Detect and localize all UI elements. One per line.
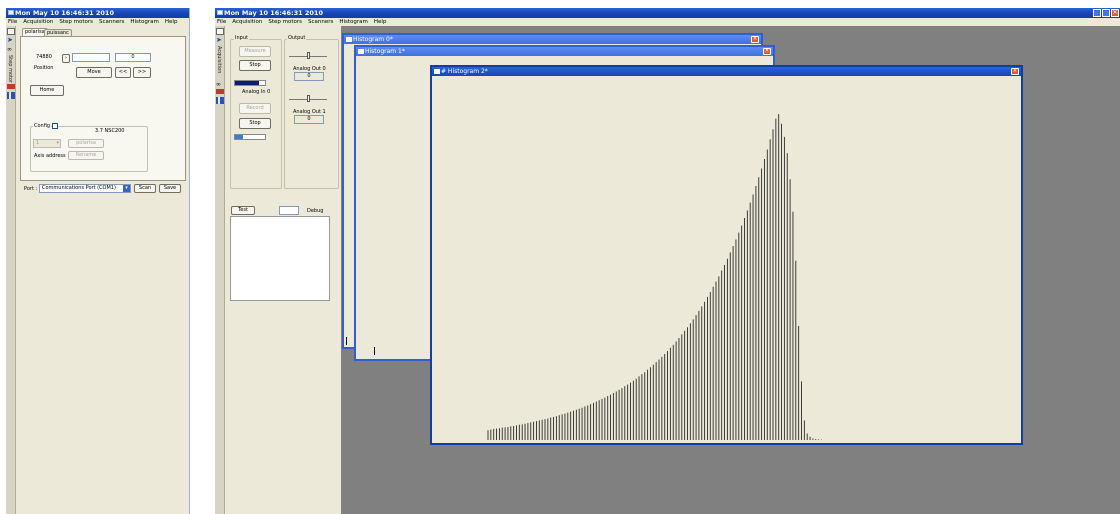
menu-scanners[interactable]: Scanners	[99, 18, 124, 26]
close-icon[interactable]: ✕	[1011, 68, 1019, 75]
close-icon[interactable]: ✕	[763, 48, 771, 55]
port-select[interactable]: Communications Port (COM1) ▾	[39, 184, 131, 193]
test-button[interactable]: Test	[231, 206, 255, 215]
histogram-0-mark	[346, 337, 347, 345]
menu-step-motors[interactable]: Step motors	[59, 18, 93, 26]
histogram-icon[interactable]	[216, 97, 224, 104]
step-motor-side-label: Step motor	[7, 55, 13, 83]
menu-scanners[interactable]: Scanners	[308, 18, 333, 26]
close-icon[interactable]: ✕	[751, 36, 759, 43]
window-icon	[346, 37, 352, 42]
window-icon	[358, 49, 364, 54]
config-label: Config	[33, 123, 52, 129]
menu-bar: File Acquisition Step motors Scanners Hi…	[215, 18, 1120, 26]
input-group-label: Input	[234, 35, 249, 41]
axis-name-button[interactable]: polarisa	[68, 139, 104, 148]
output-group-label: Output	[287, 35, 307, 41]
scanner-icon[interactable]	[7, 84, 15, 89]
histogram-2-plot	[487, 114, 822, 440]
position-label: Position	[34, 65, 54, 71]
menu-acquisition[interactable]: Acquisition	[232, 18, 262, 26]
position-value: 74880	[36, 54, 52, 60]
histogram-2-title-bar: # Histogram 2* ✕	[432, 67, 1021, 76]
chevron-down-icon: ▾	[123, 185, 130, 192]
histogram-1-title-bar: Histogram 1* ✕	[356, 47, 773, 56]
minimize-icon[interactable]	[1093, 9, 1101, 17]
arrow-icon[interactable]: ➤	[216, 37, 224, 44]
record-progress-fill	[235, 135, 243, 139]
move-input[interactable]	[72, 53, 110, 62]
menu-histogram[interactable]: Histogram	[130, 18, 159, 26]
debug-label: Debug	[307, 208, 324, 214]
debug-output[interactable]	[230, 216, 330, 301]
step-input[interactable]: 0	[115, 53, 151, 62]
arrow-icon[interactable]: ➤	[7, 37, 15, 44]
document-icon[interactable]	[7, 28, 15, 35]
tool-strip: ➤ Acquisition ∞	[215, 26, 225, 514]
record-progress	[234, 134, 266, 140]
port-select-value: Communications Port (COM1)	[42, 185, 116, 191]
config-checkbox[interactable]	[52, 123, 58, 129]
window-icon	[434, 69, 440, 74]
axis-select-value: 1	[36, 140, 40, 146]
step-motor-window: Mon May 10 16:46:31 2010 File Acquisitio…	[6, 8, 190, 514]
menu-histogram[interactable]: Histogram	[339, 18, 368, 26]
menu-help[interactable]: Help	[374, 18, 387, 26]
save-button[interactable]: Save	[159, 184, 181, 193]
next-button[interactable]: >>	[133, 67, 151, 78]
histogram-2-title: # Histogram 2*	[441, 68, 488, 75]
analog-out0-value[interactable]: 0	[294, 72, 324, 81]
menu-acquisition[interactable]: Acquisition	[23, 18, 53, 26]
title-bar: Mon May 10 16:46:31 2010	[6, 8, 189, 18]
close-icon[interactable]: ✕	[1111, 9, 1119, 17]
menu-help[interactable]: Help	[165, 18, 178, 26]
analog-out0-slider-thumb[interactable]	[307, 52, 310, 59]
histogram-window-2[interactable]: # Histogram 2* ✕	[430, 65, 1023, 445]
analog-out1-slider-thumb[interactable]	[307, 95, 310, 102]
analog-out1-value[interactable]: 0	[294, 115, 324, 124]
move-button[interactable]: Move	[76, 67, 112, 78]
menu-file[interactable]: File	[217, 18, 226, 26]
app-icon	[8, 10, 14, 15]
acquisition-side-label: Acquisition	[216, 46, 222, 74]
controller-label: 3.7 NSC200	[95, 128, 125, 134]
analog-in-meter-fill	[235, 81, 259, 85]
stop-record-button[interactable]: Stop	[239, 118, 271, 129]
histogram-0-title: Histogram 0*	[353, 36, 393, 43]
chevron-down-icon: ▾	[56, 140, 59, 146]
histogram-0-title-bar: Histogram 0* ✕	[344, 35, 761, 44]
app-icon	[217, 10, 223, 15]
test-input[interactable]	[279, 206, 299, 215]
menu-file[interactable]: File	[8, 18, 17, 26]
home-button[interactable]: Home	[30, 85, 64, 96]
acquisition-window: Mon May 10 16:46:31 2010 ✕ File Acquisit…	[215, 8, 1120, 514]
histogram-1-mark	[374, 347, 375, 355]
menu-bar: File Acquisition Step motors Scanners Hi…	[6, 18, 189, 26]
rename-button[interactable]: Rename	[68, 151, 104, 160]
step-right-button[interactable]: ›	[62, 54, 70, 63]
stop-button[interactable]: Stop	[239, 60, 271, 71]
menu-step-motors[interactable]: Step motors	[268, 18, 302, 26]
maximize-icon[interactable]	[1102, 9, 1110, 17]
axis-select[interactable]: 1 ▾	[33, 139, 61, 148]
window-title: Mon May 10 16:46:31 2010	[15, 9, 114, 17]
tool-strip: ➤ ∞ Step motor	[6, 26, 16, 514]
config-group	[30, 126, 148, 172]
prev-button[interactable]: <<	[115, 67, 131, 78]
record-button[interactable]: Record	[239, 103, 271, 114]
title-bar: Mon May 10 16:46:31 2010 ✕	[215, 8, 1120, 18]
histogram-icon[interactable]	[7, 92, 15, 99]
axis-address-label: Axis address	[34, 153, 66, 159]
window-title: Mon May 10 16:46:31 2010	[224, 9, 323, 17]
link-icon[interactable]: ∞	[7, 46, 15, 53]
port-label: Port :	[24, 186, 38, 192]
histogram-1-title: Histogram 1*	[365, 48, 405, 55]
link-icon[interactable]: ∞	[216, 81, 224, 88]
scan-button[interactable]: Scan	[134, 184, 156, 193]
analog-in-meter	[234, 80, 266, 86]
scanner-icon[interactable]	[216, 89, 224, 94]
document-icon[interactable]	[216, 28, 224, 35]
analog-in-label: Analog In 0	[242, 89, 271, 95]
measure-button[interactable]: Measure	[239, 46, 271, 57]
